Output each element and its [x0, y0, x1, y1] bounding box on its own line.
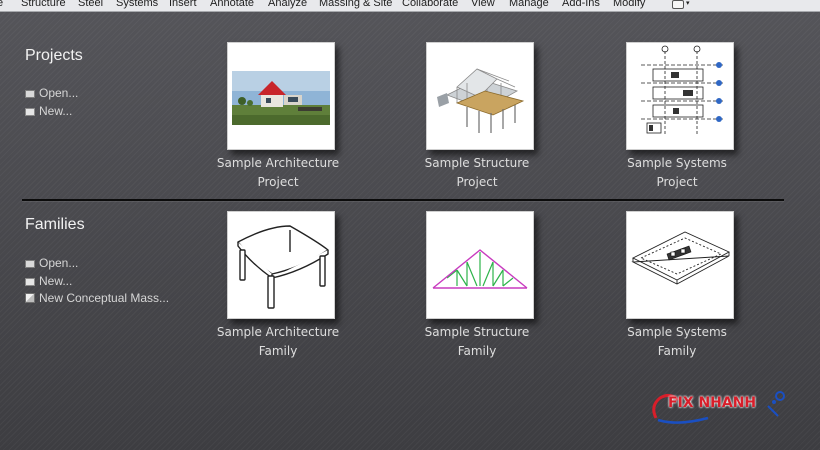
systems-family-thumbnail — [626, 211, 734, 319]
tile-caption-line2: Family — [657, 344, 697, 358]
new-file-icon — [25, 278, 35, 286]
families-new-link[interactable]: New... — [25, 274, 72, 288]
section-divider — [22, 199, 784, 201]
families-new-conceptual-mass-link[interactable]: New Conceptual Mass... — [25, 291, 169, 305]
table-wireframe-image — [237, 225, 329, 309]
box-wireframe-image — [631, 231, 731, 285]
tile-caption: Sample Structure Project — [389, 154, 565, 192]
projects-new-link[interactable]: New... — [25, 104, 72, 118]
architecture-family-thumbnail — [227, 211, 335, 319]
families-open-label: Open... — [39, 256, 79, 270]
tile-caption-line2: Project — [656, 175, 698, 189]
structure-project-thumbnail — [426, 42, 534, 150]
new-file-icon — [25, 108, 35, 116]
projects-heading: Projects — [25, 47, 83, 64]
tile-caption-line1: Sample Architecture — [216, 156, 340, 170]
systems-project-thumbnail — [626, 42, 734, 150]
systems-section-image — [641, 45, 723, 135]
families-heading: Families — [25, 216, 85, 233]
tile-caption: Sample Structure Family — [389, 323, 565, 361]
projects-open-link[interactable]: Open... — [25, 86, 78, 100]
watermark-text: FIX NHANH — [668, 395, 757, 411]
families-new-conceptual-mass-label: New Conceptual Mass... — [39, 291, 170, 305]
ribbon-tab-systems[interactable]: Systems — [116, 0, 158, 9]
tile-caption-line2: Family — [457, 344, 497, 358]
tile-caption-line2: Family — [258, 344, 298, 358]
ribbon-tab-structure[interactable]: Structure — [21, 0, 66, 9]
ribbon-tab-steel[interactable]: Steel — [78, 0, 103, 9]
truss-image — [432, 249, 528, 289]
ribbon-tab-view[interactable]: View — [471, 0, 495, 9]
mass-cube-icon — [25, 293, 35, 303]
projects-new-label: New... — [39, 104, 73, 118]
fix-nhanh-watermark: FIX NHANH — [648, 388, 788, 428]
ribbon-tab-annotate[interactable]: Annotate — [210, 0, 254, 9]
tile-caption: Sample Systems Family — [589, 323, 765, 361]
tile-caption: Sample Architecture Family — [190, 323, 366, 361]
tile-caption-line1: Sample Architecture — [216, 325, 340, 339]
ribbon-tab-add-ins[interactable]: Add-Ins — [562, 0, 600, 9]
ribbon-tab-manage[interactable]: Manage — [509, 0, 549, 9]
structure-frame-image — [437, 68, 525, 133]
house-render-image — [232, 71, 330, 125]
tile-caption-line2: Project — [257, 175, 299, 189]
ribbon-tab-massing-site[interactable]: Massing & Site — [319, 0, 392, 9]
families-open-link[interactable]: Open... — [25, 256, 78, 270]
tile-caption-line2: Project — [456, 175, 498, 189]
projects-open-label: Open... — [39, 86, 79, 100]
structure-family-thumbnail — [426, 211, 534, 319]
panel-toggle-icon — [672, 0, 684, 9]
ribbon-panel-toggle-button[interactable]: ▾ — [672, 0, 692, 9]
ribbon-tab-collaborate[interactable]: Collaborate — [402, 0, 458, 9]
tile-caption-line1: Sample Systems — [627, 325, 727, 339]
ribbon-tab-analyze[interactable]: Analyze — [268, 0, 307, 9]
architecture-project-thumbnail — [227, 42, 335, 150]
ribbon-tab-bar: e Structure Steel Systems Insert Annotat… — [0, 0, 820, 12]
chevron-down-icon: ▾ — [686, 0, 690, 7]
folder-open-icon — [25, 260, 35, 268]
tile-caption-line1: Sample Structure — [424, 156, 530, 170]
ribbon-tab-modify[interactable]: Modify — [613, 0, 645, 9]
tile-caption-line1: Sample Structure — [424, 325, 530, 339]
ribbon-tab-insert[interactable]: Insert — [169, 0, 197, 9]
ribbon-tab-architecture[interactable]: e — [0, 0, 3, 9]
folder-open-icon — [25, 90, 35, 98]
families-new-label: New... — [39, 274, 73, 288]
tile-caption-line1: Sample Systems — [627, 156, 727, 170]
tile-caption: Sample Systems Project — [589, 154, 765, 192]
tile-caption: Sample Architecture Project — [190, 154, 366, 192]
